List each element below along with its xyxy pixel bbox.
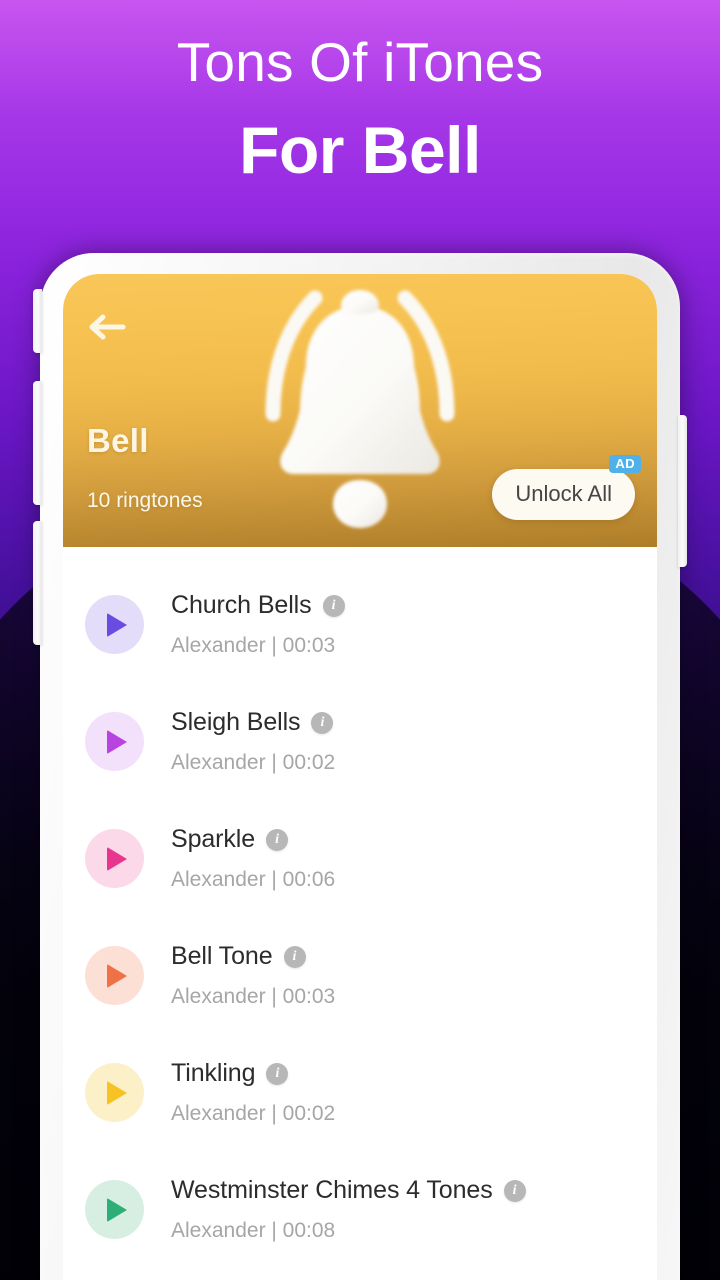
ringtone-title-line: Church Bells i <box>171 591 345 620</box>
ringtone-row[interactable]: Sleigh Bells i Alexander | 00:02 <box>63 683 657 800</box>
ringtone-info: Bell Tone i Alexander | 00:03 <box>171 942 335 1009</box>
ringtone-count: 10 ringtones <box>87 489 203 512</box>
unlock-all-container: Unlock All AD <box>492 455 641 520</box>
ringtone-title-line: Tinkling i <box>171 1059 335 1088</box>
ringtone-row[interactable]: Sparkle i Alexander | 00:06 <box>63 800 657 917</box>
info-icon[interactable]: i <box>266 828 289 851</box>
phone-volume-down-button[interactable] <box>33 381 42 505</box>
play-button[interactable] <box>85 1180 144 1239</box>
phone-volume-up-button[interactable] <box>33 521 42 645</box>
phone-screen: Bell 10 ringtones Unlock All AD Church B… <box>63 274 657 1280</box>
ringtone-info: Westminster Chimes 4 Tones i Alexander | 0… <box>171 1176 526 1243</box>
phone-mockup: Bell 10 ringtones Unlock All AD Church B… <box>33 253 687 1280</box>
ringtone-row[interactable]: Bell Tone i Alexander | 00:03 <box>63 917 657 1034</box>
ringtone-title-line: Bell Tone i <box>171 942 335 971</box>
ringtone-list[interactable]: Church Bells i Alexander | 00:03 Sleigh Bel… <box>63 547 657 1268</box>
ringtone-info: Sleigh Bells i Alexander | 00:02 <box>171 708 335 775</box>
ringtone-meta: Alexander | 00:03 <box>171 985 336 1008</box>
play-button[interactable] <box>85 829 144 888</box>
promo-screenshot: Tons Of iTones For Bell Bell 10 ringtone… <box>0 0 720 1280</box>
play-icon <box>107 729 127 754</box>
category-title: Bell <box>87 422 149 459</box>
bell-ringing-icon <box>265 290 455 528</box>
play-icon <box>107 846 127 871</box>
play-button[interactable] <box>85 712 144 771</box>
back-arrow-icon[interactable] <box>85 312 127 342</box>
ringtone-info: Tinkling i Alexander | 00:02 <box>171 1059 335 1126</box>
ringtone-title: Church Bells <box>171 591 312 619</box>
ringtone-meta: Alexander | 00:06 <box>171 868 336 891</box>
play-icon <box>107 612 127 637</box>
info-icon[interactable]: i <box>266 1062 289 1085</box>
ringtone-title: Tinkling <box>171 1059 256 1087</box>
ringtone-row[interactable]: Westminster Chimes 4 Tones i Alexander | 0… <box>63 1151 657 1268</box>
ringtone-title-line: Sparkle i <box>171 825 335 854</box>
ringtone-info: Church Bells i Alexander | 00:03 <box>171 591 345 658</box>
info-icon[interactable]: i <box>322 594 345 617</box>
play-button[interactable] <box>85 946 144 1005</box>
ringtone-title: Bell Tone <box>171 942 273 970</box>
play-icon <box>107 963 127 988</box>
info-icon[interactable]: i <box>311 711 334 734</box>
ringtone-title-line: Sleigh Bells i <box>171 708 335 737</box>
ringtone-title-line: Westminster Chimes 4 Tones i <box>171 1176 526 1205</box>
ringtone-meta: Alexander | 00:03 <box>171 634 336 657</box>
ringtone-meta: Alexander | 00:02 <box>171 1102 336 1125</box>
ringtone-row[interactable]: Church Bells i Alexander | 00:03 <box>63 566 657 683</box>
info-icon[interactable]: i <box>503 1179 526 1202</box>
play-icon <box>107 1080 127 1105</box>
phone-mute-switch[interactable] <box>33 289 42 353</box>
ad-badge: AD <box>609 455 641 473</box>
play-icon <box>107 1197 127 1222</box>
play-button[interactable] <box>85 595 144 654</box>
ringtone-title: Westminster Chimes 4 Tones <box>171 1176 493 1204</box>
phone-power-button[interactable] <box>678 415 687 567</box>
info-icon[interactable]: i <box>283 945 306 968</box>
category-header: Bell 10 ringtones Unlock All AD <box>63 274 657 547</box>
ringtone-title: Sparkle <box>171 825 256 853</box>
ringtone-meta: Alexander | 00:02 <box>171 751 336 774</box>
ringtone-row[interactable]: Tinkling i Alexander | 00:02 <box>63 1034 657 1151</box>
ringtone-title: Sleigh Bells <box>171 708 301 736</box>
play-button[interactable] <box>85 1063 144 1122</box>
ringtone-info: Sparkle i Alexander | 00:06 <box>171 825 335 892</box>
unlock-all-button[interactable]: Unlock All <box>492 469 635 520</box>
ringtone-meta: Alexander | 00:08 <box>171 1219 336 1242</box>
